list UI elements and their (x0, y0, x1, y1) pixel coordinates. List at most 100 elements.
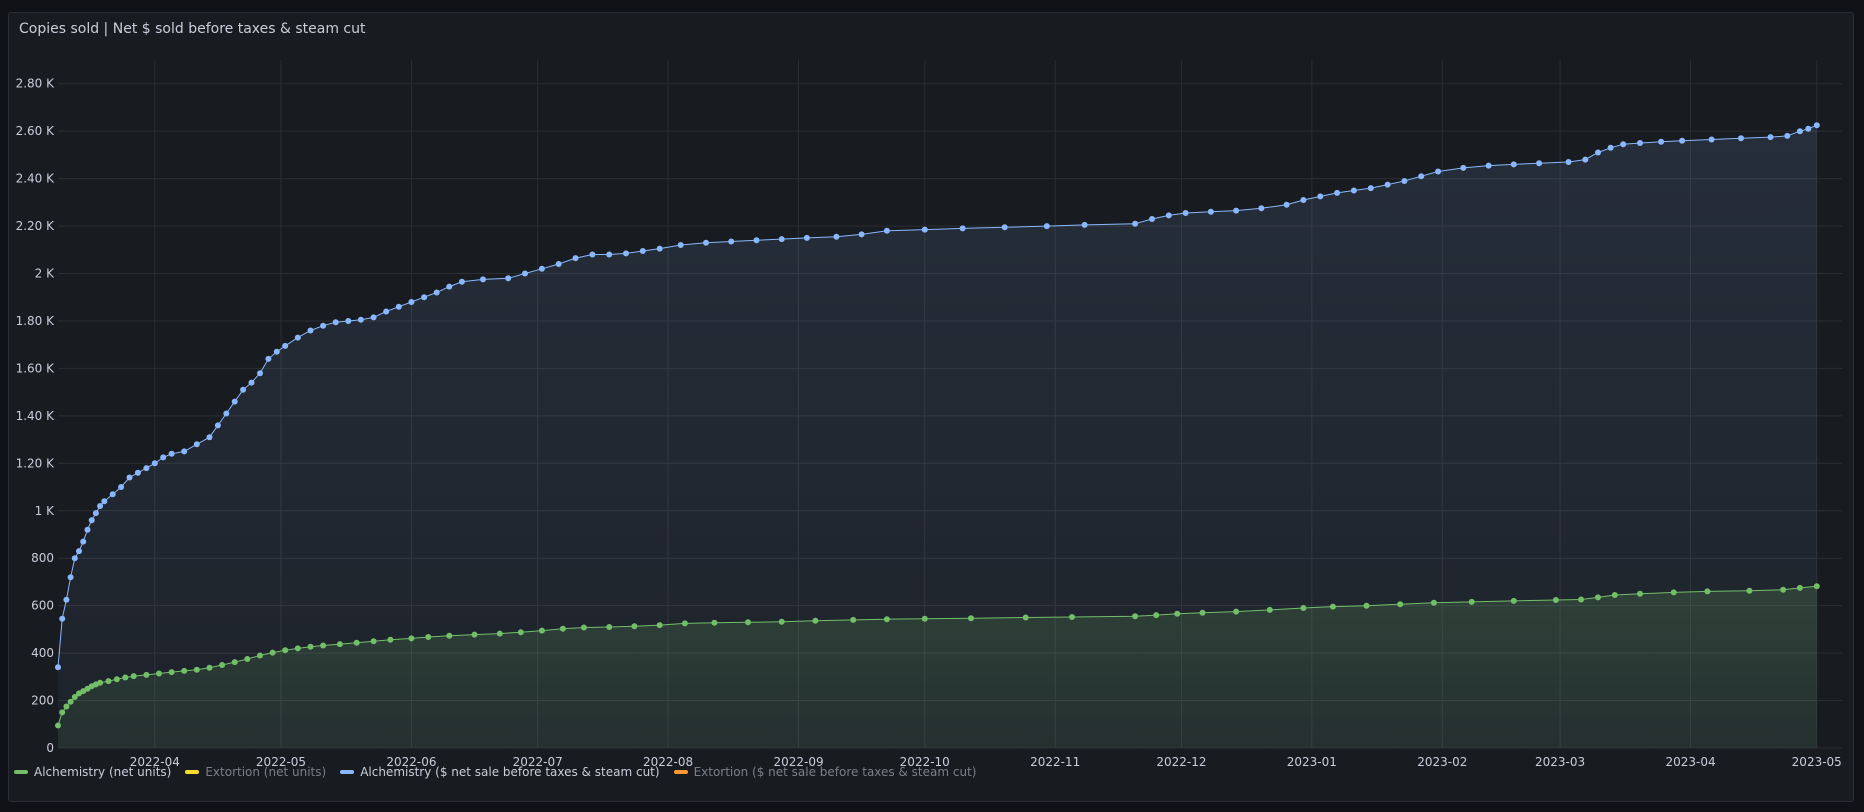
data-point (883, 616, 890, 623)
data-point (105, 678, 112, 685)
data-point (1317, 193, 1324, 200)
data-point (1199, 609, 1206, 616)
data-point (1796, 584, 1803, 591)
data-point (80, 538, 87, 545)
data-point (505, 275, 512, 282)
y-tick-label: 1.80 K (16, 314, 56, 328)
data-point (76, 548, 82, 555)
x-tick-label: 2023-05 (1792, 755, 1842, 769)
data-point (883, 227, 890, 234)
data-point (307, 643, 314, 650)
data-point (803, 234, 810, 241)
data-point (728, 238, 735, 245)
data-point (1174, 610, 1181, 617)
y-tick-label: 800 (31, 551, 54, 565)
legend-label: Extortion ($ net sale before taxes & ste… (693, 765, 977, 779)
legend-label: Alchemistry ($ net sale before taxes & s… (360, 765, 660, 779)
data-point (1043, 223, 1050, 230)
data-point (711, 619, 718, 626)
data-point (265, 355, 272, 362)
data-point (1536, 160, 1543, 167)
data-point (1620, 141, 1627, 148)
legend-item[interactable]: Alchemistry (net units) (14, 765, 171, 779)
data-point (181, 448, 188, 455)
data-point (1435, 168, 1442, 175)
data-point (1283, 201, 1290, 208)
data-point (1182, 210, 1189, 216)
data-point (778, 236, 785, 243)
data-point (1805, 125, 1812, 132)
chart-legend: Alchemistry (net units) Extortion (net un… (14, 765, 976, 779)
series-areas (58, 125, 1817, 748)
data-point (745, 619, 751, 626)
y-tick-label: 2.60 K (16, 124, 56, 138)
data-point (282, 647, 289, 654)
data-point (1384, 181, 1391, 188)
data-point (67, 574, 74, 581)
legend-swatch (185, 770, 200, 774)
data-point (1350, 187, 1357, 194)
data-point (1611, 592, 1618, 598)
data-point (1813, 122, 1820, 129)
data-point (97, 503, 104, 509)
data-point (1022, 614, 1029, 621)
data-point (517, 629, 524, 636)
x-tick-label: 2023-01 (1287, 755, 1337, 769)
data-point (1510, 597, 1517, 604)
data-point (1637, 590, 1643, 597)
data-point (71, 555, 78, 562)
data-point (656, 245, 663, 252)
data-point (387, 636, 394, 643)
data-point (1552, 597, 1559, 603)
data-point (559, 625, 566, 632)
data-point (257, 652, 263, 659)
data-point (109, 491, 116, 498)
data-point (168, 450, 175, 457)
data-point (631, 623, 638, 630)
y-tick-label: 600 (31, 599, 54, 613)
data-point (458, 278, 465, 285)
data-point (1430, 599, 1437, 606)
data-point (968, 615, 974, 622)
data-point (833, 233, 840, 240)
data-point (88, 517, 95, 524)
data-point (1708, 136, 1715, 143)
data-point (858, 231, 865, 238)
data-point (143, 465, 150, 472)
data-point (1397, 601, 1404, 608)
data-point (206, 434, 213, 441)
data-point (1746, 587, 1753, 594)
data-point (703, 239, 709, 246)
data-point (168, 669, 175, 676)
data-point (1510, 161, 1517, 168)
data-point (572, 255, 579, 262)
legend-label: Extortion (net units) (205, 765, 327, 779)
data-point (1607, 144, 1614, 151)
data-point (1595, 594, 1601, 601)
legend-item[interactable]: Alchemistry ($ net sale before taxes & s… (340, 765, 660, 779)
data-point (231, 659, 238, 666)
legend-item[interactable]: Extortion (net units) (185, 765, 326, 779)
data-point (134, 469, 141, 476)
data-point (257, 370, 263, 377)
data-point (522, 270, 528, 277)
data-point (639, 248, 646, 254)
data-point (1637, 140, 1643, 146)
data-point (63, 596, 70, 603)
data-point (959, 225, 966, 232)
data-point (59, 615, 66, 622)
data-point (59, 709, 66, 716)
legend-item[interactable]: Extortion ($ net sale before taxes & ste… (673, 765, 977, 779)
data-point (1784, 132, 1791, 139)
data-point (850, 616, 857, 623)
data-point (1582, 156, 1589, 163)
data-point (113, 676, 120, 683)
data-point (921, 615, 928, 622)
data-point (1233, 608, 1240, 615)
data-point (193, 666, 200, 673)
data-point (1658, 138, 1665, 145)
data-point (370, 638, 377, 645)
data-point (223, 410, 230, 417)
data-point (589, 251, 596, 258)
data-point (1363, 602, 1370, 609)
